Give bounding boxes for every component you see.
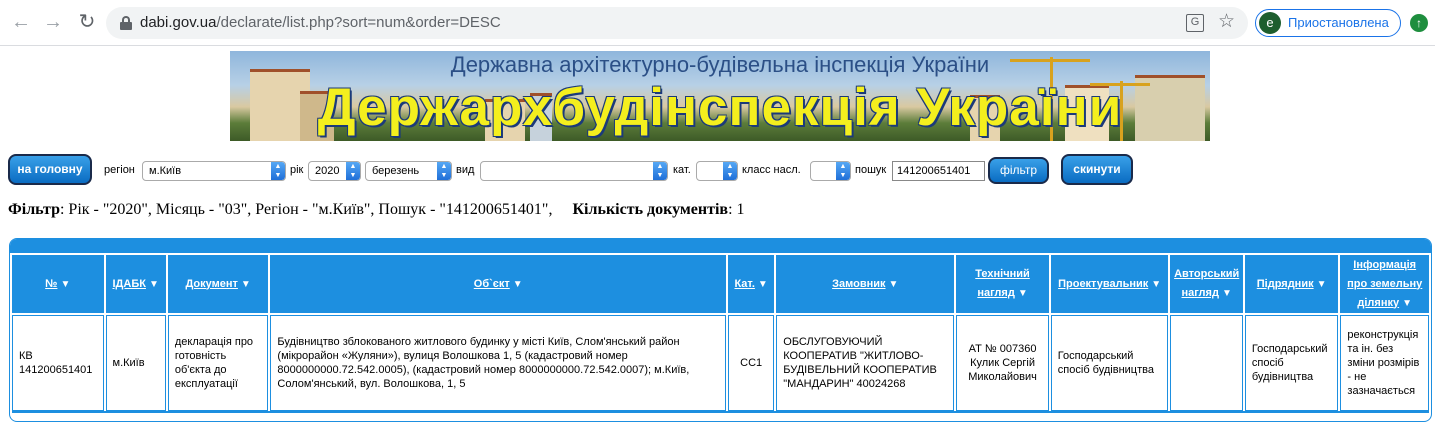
chevron-updown-icon: ▲ ▼ [437,162,451,180]
home-button[interactable]: на головну [8,154,92,185]
sort-triangle-icon: ▼ [1402,297,1413,309]
summary-filter-text: : Рік - "2020", Місяць - "03", Регіон - … [59,201,553,218]
sort-triangle-icon: ▼ [1151,278,1162,290]
year-value: 2020 [315,165,340,177]
sort-triangle-icon: ▼ [1017,288,1028,299]
search-input[interactable]: 141200651401 [892,161,985,181]
browser-toolbar: ← → ↻ dabi.gov.ua/declarate/list.php?sor… [0,0,1435,46]
table-cell: Господарський спосіб будівництва [1244,315,1339,411]
column-header[interactable]: Кат. ▼ [728,255,775,313]
chevron-updown-icon: ▲ ▼ [836,162,850,180]
sort-triangle-icon: ▼ [60,278,71,290]
table-cell: СС1 [728,315,775,411]
summary-count-value: : 1 [728,201,745,218]
sort-triangle-icon: ▼ [512,278,523,290]
type-select[interactable]: ▲ ▼ [480,161,668,181]
profile-label: Приостановлена [1288,15,1389,30]
filter-button[interactable]: фільтр [988,157,1049,184]
address-bar[interactable]: dabi.gov.ua/declarate/list.php?sort=num&… [106,7,1248,39]
column-header[interactable]: ІДАБК ▼ [105,255,166,313]
sort-triangle-icon: ▼ [240,278,251,290]
sort-triangle-icon: ▼ [888,278,899,290]
year-label: рік [290,164,304,176]
sort-triangle-icon: ▼ [1221,288,1232,299]
chevron-updown-icon: ▲ ▼ [271,162,285,180]
category-select[interactable]: ▲ ▼ [696,161,738,181]
profile-button[interactable]: e Приостановлена [1255,9,1401,37]
table-cell: Господарський спосіб будівництва [1050,315,1169,411]
column-header[interactable]: Підрядник ▼ [1244,255,1339,313]
column-header[interactable]: Об`єкт ▼ [270,255,727,313]
table-cell: АТ № 007360 Кулик Сергій Миколайович [956,315,1049,411]
bookmark-star-icon[interactable]: ☆ [1218,10,1235,33]
forward-arrow-icon[interactable]: → [42,11,64,33]
results-panel: № ▼ ІДАБК ▼ Документ ▼ Об`єкт ▼ Кат. ▼ Замовн… [9,238,1432,422]
month-value: березень [372,165,420,177]
url-text[interactable]: dabi.gov.ua/declarate/list.php?sort=num&… [140,14,501,31]
column-header[interactable]: Замовник ▼ [776,255,955,313]
class-label: класс насл. [742,164,801,176]
column-header[interactable]: Документ ▼ [167,255,269,313]
table-cell: декларація про готовність об'єкта до екс… [167,315,269,411]
sort-triangle-icon: ▼ [757,278,768,290]
column-header[interactable]: Авторський нагляд ▼ [1170,255,1243,313]
chevron-updown-icon: ▲ ▼ [723,162,737,180]
type-label: вид [456,164,475,176]
summary-count-label: Кількість документів [572,201,729,218]
table-cell: Будівництво зблокованого житлового будин… [270,315,727,411]
translate-icon[interactable]: G [1186,14,1204,32]
table-cell [1170,315,1243,411]
reload-icon[interactable]: ↻ [76,11,98,33]
banner-subtitle: Державна архітектурно-будівельна інспекц… [450,52,990,77]
sort-triangle-icon: ▼ [1316,278,1327,290]
chevron-updown-icon: ▲ ▼ [653,162,667,180]
column-header[interactable]: № ▼ [12,255,104,313]
column-header[interactable]: Проектувальник ▼ [1050,255,1169,313]
table-header-row: № ▼ ІДАБК ▼ Документ ▼ Об`єкт ▼ Кат. ▼ Замовн… [12,255,1429,313]
year-select[interactable]: 2020 ▲ ▼ [308,161,361,181]
search-label: пошук [855,164,887,176]
region-select[interactable]: м.Київ ▲ ▼ [142,161,286,181]
table-cell: ОБСЛУГОВУЮЧИЙ КООПЕРАТИВ "ЖИТЛОВО-БУДІВЕ… [776,315,955,411]
month-select[interactable]: березень ▲ ▼ [365,161,452,181]
banner-title: Держархбудінспекція України [317,78,1123,137]
filter-summary: Фільтр: Рік - "2020", Місяць - "03", Рег… [8,201,745,219]
table-cell: м.Київ [105,315,166,411]
avatar: e [1259,12,1281,34]
table-cell: реконструкція та ін. без зміни розмірів … [1340,315,1429,411]
region-label: регіон [104,164,135,176]
site-banner: Державна архітектурно-будівельна інспекц… [230,51,1210,141]
table-cell: КВ 141200651401 [12,315,104,411]
summary-filter-label: Фільтр [8,201,60,218]
lock-icon[interactable] [120,16,132,30]
update-arrow-icon[interactable]: ↑ [1410,14,1428,32]
back-arrow-icon[interactable]: ← [10,11,32,33]
category-label: кат. [673,164,691,176]
chevron-updown-icon: ▲ ▼ [346,162,360,180]
table-row[interactable]: КВ 141200651401 м.Київ декларація про го… [12,315,1429,411]
region-value: м.Київ [149,165,182,177]
class-select[interactable]: ▲ ▼ [810,161,851,181]
column-header[interactable]: Технічний нагляд ▼ [956,255,1049,313]
column-header[interactable]: Інформація про земельну ділянку ▼ [1340,255,1429,313]
sort-triangle-icon: ▼ [148,278,159,290]
results-table: № ▼ ІДАБК ▼ Документ ▼ Об`єкт ▼ Кат. ▼ Замовн… [10,253,1431,413]
reset-button[interactable]: скинути [1061,154,1133,185]
